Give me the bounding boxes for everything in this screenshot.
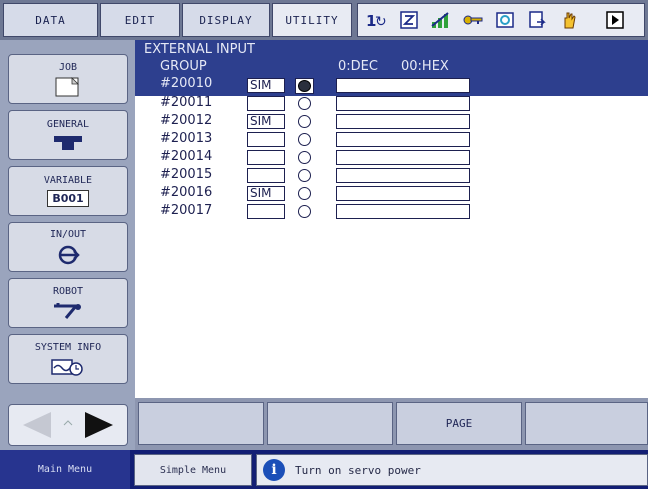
separator-icon (63, 420, 73, 426)
softkey-page[interactable]: PAGE (396, 402, 522, 445)
general-icon (54, 135, 82, 150)
sidebar-item-label: ROBOT (52, 285, 84, 297)
row-id: #20010 (160, 76, 213, 91)
row-id: #20017 (160, 203, 213, 218)
value-field[interactable] (336, 132, 470, 147)
edit-mode-icon[interactable] (398, 9, 420, 31)
value-field[interactable] (336, 186, 470, 201)
value-field[interactable] (336, 78, 470, 93)
value-field[interactable] (336, 114, 470, 129)
robot-icon (54, 302, 81, 319)
sidebar-item-inout[interactable]: IN/OUT (8, 222, 128, 272)
sidebar-item-general[interactable]: GENERAL (8, 110, 128, 160)
value-field[interactable] (336, 168, 470, 183)
sidebar-item-label: JOB (58, 61, 78, 73)
main-menu-button[interactable]: Main Menu (0, 450, 130, 489)
column-hex: 00:HEX (401, 59, 449, 74)
row-id: #20011 (160, 95, 213, 110)
sim-field[interactable]: SIM (247, 186, 285, 201)
key-icon[interactable] (462, 9, 484, 31)
row-id: #20012 (160, 113, 213, 128)
column-group: GROUP (160, 59, 207, 74)
sidebar-item-label: VARIABLE (43, 175, 93, 186)
status-indicator[interactable] (298, 133, 311, 146)
status-indicator[interactable] (298, 205, 311, 218)
message-bar: i Turn on servo power (256, 454, 648, 486)
page-title: EXTERNAL INPUT (144, 42, 255, 57)
variable-icon: B001 (47, 190, 89, 207)
menu-data[interactable]: DATA (3, 3, 98, 37)
sim-field[interactable] (247, 204, 285, 219)
left-menu-panel: JOB GENERAL VARIABLE B001 IN/OUT ROBOT S… (0, 40, 135, 450)
sim-field[interactable]: SIM (247, 114, 285, 129)
column-dec: 0:DEC (338, 59, 378, 74)
arrow-left-icon[interactable] (17, 408, 57, 442)
status-indicator-selected[interactable] (295, 78, 314, 94)
status-icons: 1 ↻ (357, 3, 645, 37)
sidebar-item-label: GENERAL (46, 118, 90, 130)
softkey-bar: PAGE (135, 398, 648, 450)
simple-menu-button[interactable]: Simple Menu (134, 454, 252, 486)
content-header: EXTERNAL INPUT GROUP 0:DEC 00:HEX #20010… (135, 40, 648, 96)
teach-icon[interactable] (494, 9, 516, 31)
message-text: Turn on servo power (295, 463, 421, 477)
io-icon (58, 245, 80, 264)
job-icon (55, 76, 79, 96)
menu-display[interactable]: DISPLAY (182, 3, 270, 37)
main-content: EXTERNAL INPUT GROUP 0:DEC 00:HEX #20010… (135, 40, 648, 398)
status-indicator[interactable] (298, 169, 311, 182)
svg-text:↻: ↻ (375, 14, 387, 30)
sidebar-item-variable[interactable]: VARIABLE B001 (8, 166, 128, 216)
system-info-icon (51, 358, 83, 376)
status-indicator[interactable] (298, 97, 311, 110)
value-field[interactable] (336, 204, 470, 219)
top-menu-bar: DATA EDIT DISPLAY UTILITY 1 ↻ (0, 0, 648, 40)
arrow-right-icon[interactable] (79, 408, 119, 442)
value-field[interactable] (336, 96, 470, 111)
softkey-4[interactable] (525, 402, 648, 445)
row-id: #20014 (160, 149, 213, 164)
sim-field[interactable] (247, 150, 285, 165)
status-indicator[interactable] (298, 187, 311, 200)
status-indicator[interactable] (298, 151, 311, 164)
sidebar-item-system-info[interactable]: SYSTEM INFO (8, 334, 128, 384)
sim-field[interactable] (247, 132, 285, 147)
value-field[interactable] (336, 150, 470, 165)
info-icon: i (263, 459, 285, 481)
row-id: #20015 (160, 167, 213, 182)
sim-field[interactable]: SIM (247, 78, 285, 93)
hand-icon[interactable] (558, 9, 580, 31)
status-indicator[interactable] (298, 115, 311, 128)
sidebar-item-robot[interactable]: ROBOT (8, 278, 128, 328)
softkey-1[interactable] (138, 402, 264, 445)
menu-utility[interactable]: UTILITY (272, 3, 352, 37)
speed-icon[interactable] (430, 9, 452, 31)
menu-edit[interactable]: EDIT (100, 3, 180, 37)
coordinate-icon[interactable]: 1 ↻ (366, 9, 388, 31)
sim-field[interactable] (247, 168, 285, 183)
softkey-2[interactable] (267, 402, 393, 445)
sheet-icon[interactable] (526, 9, 548, 31)
sidebar-item-label: SYSTEM INFO (34, 341, 102, 353)
sim-field[interactable] (247, 96, 285, 111)
row-id: #20016 (160, 185, 213, 200)
sidebar-item-job[interactable]: JOB (8, 54, 128, 104)
bottom-bar: Main Menu Simple Menu i Turn on servo po… (0, 450, 648, 489)
nav-arrows (8, 404, 128, 446)
sidebar-item-label: IN/OUT (49, 228, 87, 240)
row-id: #20013 (160, 131, 213, 146)
play-icon[interactable] (604, 9, 626, 31)
